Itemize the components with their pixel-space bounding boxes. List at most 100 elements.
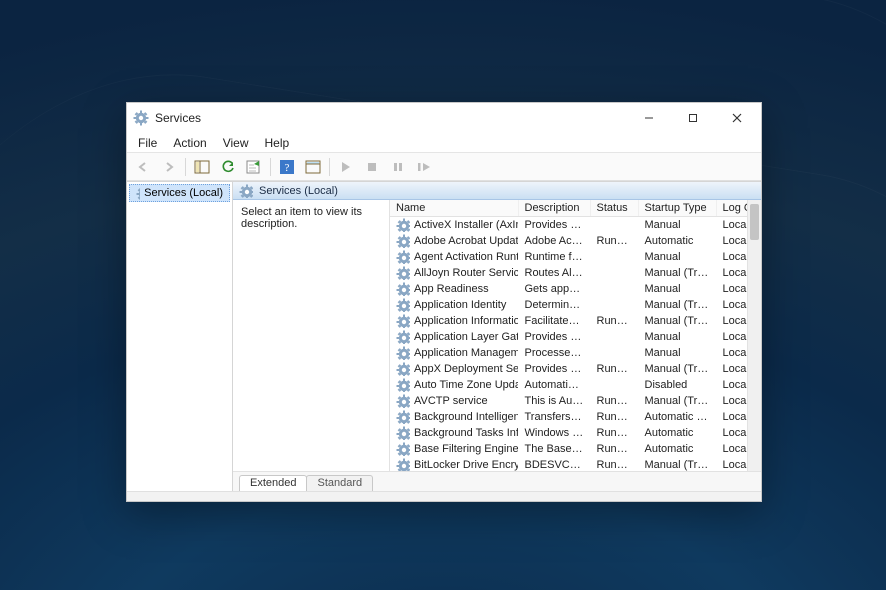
app-gear-icon (133, 110, 149, 126)
service-startup: Manual (Trigg… (638, 265, 716, 281)
minimize-button[interactable] (627, 103, 671, 133)
service-logon: Local Service (716, 377, 747, 393)
close-button[interactable] (715, 103, 759, 133)
service-row[interactable]: Background Intelligent Tran…Transfers fi… (390, 409, 747, 425)
service-desc: Adobe Acro… (518, 233, 590, 249)
service-desc: Routes AllJo… (518, 265, 590, 281)
service-row[interactable]: BitLocker Drive Encryption S…BDESVC hos…… (390, 457, 747, 472)
restart-service-button[interactable] (412, 156, 436, 178)
menu-help[interactable]: Help (258, 135, 297, 151)
service-desc: Provides infr… (518, 361, 590, 377)
col-status[interactable]: Status (590, 200, 638, 217)
service-logon: Local System (716, 217, 747, 233)
console-tree[interactable]: Services (Local) (127, 182, 233, 491)
column-header-row[interactable]: Name Description Status Startup Type Log… (390, 200, 747, 217)
window-title: Services (155, 111, 201, 125)
service-startup: Manual (Trigg… (638, 393, 716, 409)
gear-icon (396, 458, 410, 472)
menu-file[interactable]: File (131, 135, 164, 151)
service-row[interactable]: Application Layer Gateway S…Provides sup… (390, 329, 747, 345)
view-tabs: Extended Standard (233, 471, 761, 491)
service-status (590, 345, 638, 361)
service-status (590, 297, 638, 313)
service-desc: Processes in… (518, 345, 590, 361)
service-desc: Determines … (518, 297, 590, 313)
services-list[interactable]: Name Description Status Startup Type Log… (390, 200, 747, 471)
service-row[interactable]: App ReadinessGets apps re…ManualLocal Sy… (390, 281, 747, 297)
service-row[interactable]: ActiveX Installer (AxInstSV)Provides Use… (390, 217, 747, 233)
menu-action[interactable]: Action (166, 135, 213, 151)
gear-icon (396, 346, 410, 360)
service-row[interactable]: Adobe Acrobat Update Servi…Adobe Acro…Ru… (390, 233, 747, 249)
toolbar-separator (185, 158, 186, 176)
service-logon: Local Service (716, 393, 747, 409)
export-list-button[interactable] (242, 156, 266, 178)
service-status (590, 329, 638, 345)
col-logon[interactable]: Log On As (716, 200, 747, 217)
service-logon: Local System (716, 361, 747, 377)
service-name: AppX Deployment Service (A… (414, 363, 518, 375)
col-name[interactable]: Name (390, 200, 518, 217)
gear-icon (396, 378, 410, 392)
gear-icon (396, 330, 410, 344)
service-status (590, 249, 638, 265)
description-prompt: Select an item to view its description. (241, 206, 381, 230)
service-startup: Manual (638, 249, 716, 265)
service-startup: Automatic (638, 425, 716, 441)
service-status: Running (590, 393, 638, 409)
back-button[interactable] (131, 156, 155, 178)
service-logon: Local Service (716, 297, 747, 313)
gear-icon (396, 250, 410, 264)
service-row[interactable]: Agent Activation Runtime_b…Runtime for …… (390, 249, 747, 265)
col-startup[interactable]: Startup Type (638, 200, 716, 217)
service-name: BitLocker Drive Encryption S… (414, 459, 518, 471)
vertical-scrollbar[interactable] (747, 200, 761, 471)
menu-view[interactable]: View (216, 135, 256, 151)
service-row[interactable]: Base Filtering EngineThe Base Filt…Runni… (390, 441, 747, 457)
service-row[interactable]: Auto Time Zone UpdaterAutomaticall…Disab… (390, 377, 747, 393)
service-name: Base Filtering Engine (414, 443, 518, 455)
service-row[interactable]: Background Tasks Infrastruc…Windows infr… (390, 425, 747, 441)
service-logon: Local System (716, 345, 747, 361)
service-startup: Manual (Trigg… (638, 297, 716, 313)
service-row[interactable]: AVCTP serviceThis is Audio…RunningManual… (390, 393, 747, 409)
maximize-button[interactable] (671, 103, 715, 133)
gear-icon (396, 442, 410, 456)
service-name: ActiveX Installer (AxInstSV) (414, 219, 518, 231)
help-button[interactable]: ? (275, 156, 299, 178)
service-row[interactable]: AppX Deployment Service (A…Provides infr… (390, 361, 747, 377)
start-service-button[interactable] (334, 156, 358, 178)
service-row[interactable]: Application ManagementProcesses in…Manua… (390, 345, 747, 361)
scrollbar-thumb[interactable] (750, 204, 759, 240)
titlebar[interactable]: Services (127, 103, 761, 133)
service-desc: This is Audio… (518, 393, 590, 409)
service-name: App Readiness (414, 283, 489, 295)
service-desc: Windows infr… (518, 425, 590, 441)
gear-icon (396, 266, 410, 280)
service-row[interactable]: Application InformationFacilitates th…Ru… (390, 313, 747, 329)
service-status (590, 281, 638, 297)
service-desc: BDESVC hos… (518, 457, 590, 472)
service-logon: Local Service (716, 329, 747, 345)
service-status: Running (590, 361, 638, 377)
properties-button[interactable] (301, 156, 325, 178)
service-row[interactable]: AllJoyn Router ServiceRoutes AllJo…Manua… (390, 265, 747, 281)
tab-standard[interactable]: Standard (306, 475, 373, 491)
service-row[interactable]: Application IdentityDetermines …Manual (… (390, 297, 747, 313)
tree-root-services-local[interactable]: Services (Local) (129, 184, 230, 202)
stop-service-button[interactable] (360, 156, 384, 178)
service-desc: Automaticall… (518, 377, 590, 393)
gear-icon (396, 298, 410, 312)
col-description[interactable]: Description (518, 200, 590, 217)
refresh-button[interactable] (216, 156, 240, 178)
service-status: Running (590, 425, 638, 441)
service-startup: Disabled (638, 377, 716, 393)
pause-service-button[interactable] (386, 156, 410, 178)
tab-extended[interactable]: Extended (239, 475, 307, 491)
service-logon: Local System (716, 281, 747, 297)
service-logon: Local System (716, 233, 747, 249)
show-hide-tree-button[interactable] (190, 156, 214, 178)
service-logon: Local Service (716, 265, 747, 281)
forward-button[interactable] (157, 156, 181, 178)
service-status: Running (590, 457, 638, 472)
